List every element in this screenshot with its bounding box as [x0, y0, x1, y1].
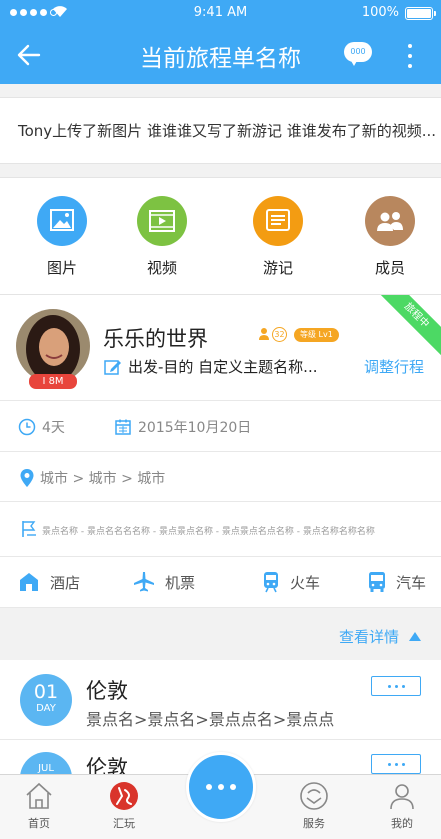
trip-status-ribbon: 旅程中 [370, 295, 441, 362]
category-grid: 图片 视频 游记 成员 [0, 177, 441, 295]
detail-bar: 查看详情 [0, 608, 441, 660]
video-icon [137, 196, 187, 246]
trip-duration: 4天 [18, 417, 65, 437]
plane-icon [134, 572, 154, 592]
booking-row: 酒店 机票 火车 汽车 [0, 557, 441, 608]
members-icon [365, 196, 415, 246]
spots-text: 景点名称 - 景点名名名名称 - 景点景点名称 - 景点景点名点名称 - 景点名… [42, 527, 375, 537]
day-badge: 01 DAY [20, 674, 72, 726]
train-button[interactable]: 火车 [262, 571, 320, 593]
member-count: 32 [272, 327, 287, 342]
avatar[interactable] [16, 309, 90, 383]
trip-spots-row: 景点名称 - 景点名名名名称 - 景点景点名称 - 景点景点名点名称 - 景点名… [0, 502, 441, 557]
route-text: 出发-目的 自定义主题名称... [128, 358, 318, 376]
category-label: 成员 [374, 259, 405, 277]
center-action-button[interactable] [186, 752, 256, 822]
notes-icon [253, 196, 303, 246]
day-spots: 景点名>景点名>景点点名>景点点 [86, 710, 335, 729]
trip-start-date: 2015年10月20日 [114, 417, 251, 437]
clock-icon [18, 418, 36, 436]
hotel-button[interactable]: 酒店 [18, 571, 80, 593]
trip-owner-card: I 8M 乐乐的世界 32 等级 Lv1 出发-目的 自定义主题名称... 调整… [0, 295, 441, 401]
trip-cities-row: 城市 > 城市 > 城市 [0, 452, 441, 502]
category-label: 图片 [46, 259, 77, 277]
adjust-itinerary-button[interactable]: 调整行程 [364, 356, 424, 377]
bus-icon [369, 572, 385, 592]
battery-percent: 100% [361, 5, 399, 20]
app-header: 9:41 AM 100% 当前旅程单名称 000 [0, 0, 441, 84]
itinerary-day[interactable]: 01 DAY 伦敦 景点名>景点名>景点点名>景点点 [0, 660, 441, 740]
day-city: 伦敦 [86, 679, 128, 703]
huiwan-icon [109, 781, 139, 811]
avatar-tag: I 8M [29, 374, 77, 389]
category-label: 视频 [146, 259, 177, 277]
trip-route: 出发-目的 自定义主题名称... [104, 356, 318, 377]
page-title: 当前旅程单名称 [140, 46, 301, 72]
city-route: 城市 > 城市 > 城市 [20, 468, 165, 488]
category-label: 游记 [262, 259, 293, 277]
calendar-icon [115, 419, 131, 435]
tab-huiwan[interactable]: 汇玩 [94, 781, 154, 831]
chat-icon[interactable]: 000 [344, 42, 372, 68]
category-members[interactable]: 成员 [355, 196, 425, 278]
battery-icon [405, 7, 436, 20]
service-icon [299, 781, 329, 811]
trip-date-row: 4天 2015年10月20日 [0, 401, 441, 452]
train-icon [264, 572, 278, 593]
tab-home[interactable]: 首页 [9, 781, 69, 831]
user-name: 乐乐的世界 [103, 327, 208, 351]
navigation-bar: 当前旅程单名称 000 [0, 26, 441, 84]
edit-icon[interactable] [104, 358, 122, 376]
feed-text: Tony上传了新图片 谁谁谁又写了新游记 谁谁发布了新的视频... [18, 122, 437, 140]
day-more-button[interactable] [371, 754, 421, 774]
more-vertical-icon[interactable] [404, 44, 416, 68]
tab-profile[interactable]: 我的 [372, 781, 432, 831]
triangle-up-icon [409, 632, 421, 641]
category-notes[interactable]: 游记 [243, 196, 313, 278]
tab-service[interactable]: 服务 [284, 781, 344, 831]
level-badge: 等级 Lv1 [294, 328, 339, 342]
chat-badge: 000 [344, 42, 372, 62]
flight-button[interactable]: 机票 [133, 571, 195, 593]
bus-button[interactable]: 汽车 [368, 571, 426, 593]
image-icon [37, 196, 87, 246]
person-icon [259, 328, 269, 340]
location-pin-icon [20, 469, 34, 487]
activity-feed[interactable]: Tony上传了新图片 谁谁谁又写了新游记 谁谁发布了新的视频... [0, 97, 441, 164]
day-more-button[interactable] [371, 676, 421, 696]
view-details-link[interactable]: 查看详情 [339, 626, 421, 647]
home-icon [24, 781, 54, 811]
category-photos[interactable]: 图片 [27, 196, 97, 278]
route-flag-icon [22, 521, 36, 537]
hotel-icon [20, 573, 38, 591]
category-videos[interactable]: 视频 [127, 196, 197, 278]
profile-icon [387, 781, 417, 811]
status-bar: 9:41 AM 100% [0, 0, 441, 26]
